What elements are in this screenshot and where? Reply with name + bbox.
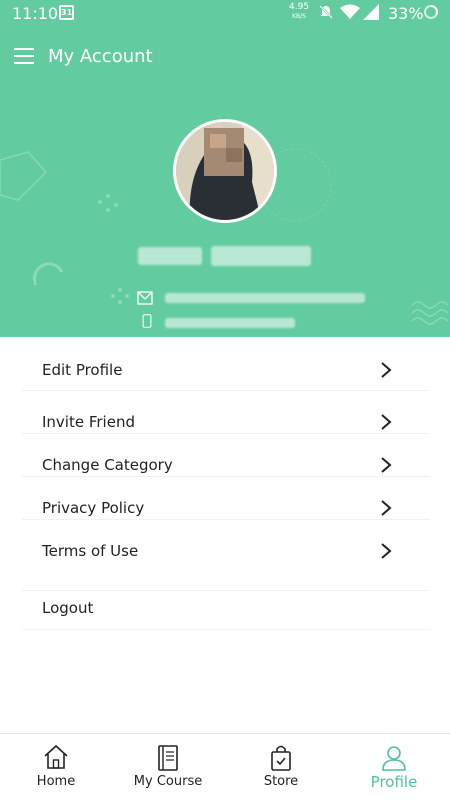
avatar[interactable] (173, 119, 277, 223)
page-title: My Account (48, 46, 153, 67)
battery-percent: 33% (388, 4, 424, 23)
menu-item-label: Change Category (42, 456, 173, 474)
wifi-icon (340, 4, 360, 19)
profile-surname-redacted (211, 246, 311, 266)
chevron-right-icon (381, 500, 392, 516)
calendar-icon: 31 (59, 5, 74, 20)
avatar-photo (176, 122, 274, 220)
profile-name-redacted (138, 247, 202, 265)
status-bar: 11:10 31 4.95 KB/S 33% (0, 0, 450, 28)
tab-my-course[interactable]: My Course (112, 734, 224, 800)
mute-bell-icon (319, 5, 333, 19)
battery-icon (424, 5, 438, 19)
chevron-right-icon (381, 362, 392, 378)
account-menu: Edit Profile Invite Friend Change Catego… (0, 337, 450, 563)
chevron-right-icon (381, 414, 392, 430)
network-speed-value: 4.95 (289, 2, 310, 12)
tab-label: Profile (370, 773, 418, 791)
logout-button[interactable]: Logout (22, 590, 430, 630)
user-icon (382, 746, 406, 771)
menu-item-change-category[interactable]: Change Category (22, 434, 430, 477)
menu-item-label: Terms of Use (42, 542, 139, 560)
network-speed: 4.95 KB/S (289, 3, 309, 21)
logout-label: Logout (42, 599, 94, 617)
profile-header: 11:10 31 4.95 KB/S 33% My Account (0, 0, 450, 337)
shopping-bag-icon (271, 745, 291, 771)
menu-item-privacy-policy[interactable]: Privacy Policy (22, 477, 430, 520)
status-time: 11:10 (12, 4, 59, 23)
tab-profile[interactable]: Profile (338, 734, 450, 800)
signal-icon (363, 4, 379, 20)
tab-label: Store (263, 774, 299, 789)
email-icon (137, 291, 153, 305)
tab-label: My Course (133, 774, 203, 789)
tab-home[interactable]: Home (0, 734, 112, 800)
chevron-right-icon (381, 457, 392, 473)
menu-item-edit-profile[interactable]: Edit Profile (22, 337, 430, 391)
menu-item-label: Edit Profile (42, 361, 123, 379)
home-icon (44, 744, 68, 769)
network-speed-unit: KB/S (292, 13, 306, 20)
phone-redacted (165, 318, 295, 328)
menu-icon[interactable] (14, 48, 34, 66)
email-redacted (165, 293, 365, 303)
menu-item-terms-of-use[interactable]: Terms of Use (22, 520, 430, 563)
menu-item-label: Privacy Policy (42, 499, 145, 517)
menu-item-invite-friend[interactable]: Invite Friend (22, 391, 430, 434)
tab-label: Home (36, 774, 76, 789)
chevron-right-icon (381, 543, 392, 559)
bottom-navigation: Home My Course Store Profile (0, 733, 450, 800)
book-icon (158, 745, 178, 771)
menu-item-label: Invite Friend (42, 413, 135, 431)
app-bar: My Account (0, 40, 450, 76)
tab-store[interactable]: Store (225, 734, 337, 800)
phone-icon (142, 314, 152, 328)
